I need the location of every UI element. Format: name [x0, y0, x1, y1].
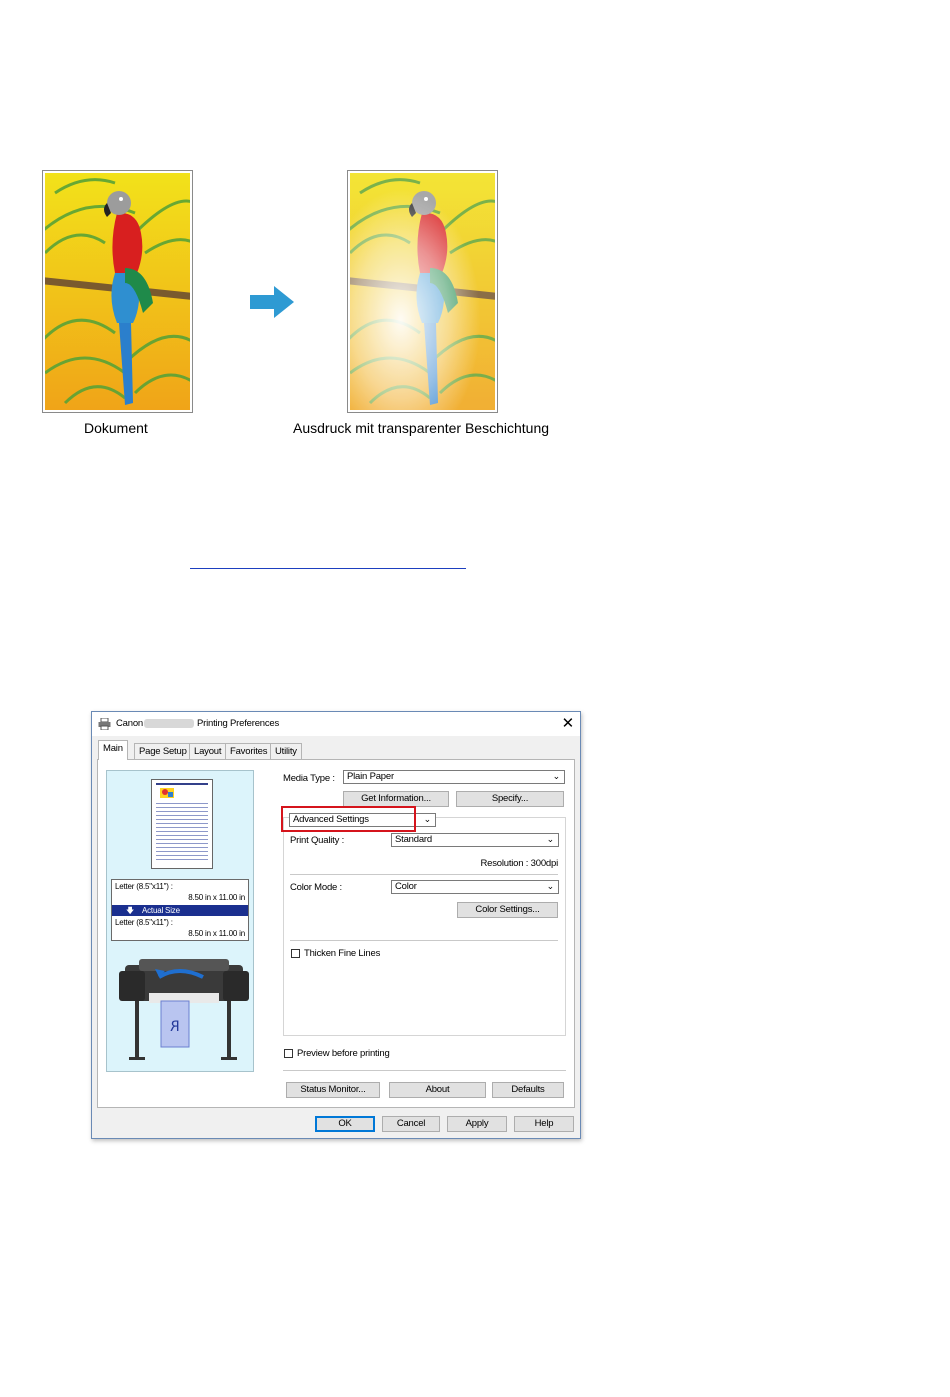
- get-information-button[interactable]: Get Information...: [343, 791, 449, 807]
- original-caption: Dokument: [84, 420, 148, 436]
- color-mode-value: Color: [395, 881, 417, 892]
- original-document-image: [42, 170, 193, 413]
- color-mode-select[interactable]: Color ⌄: [391, 880, 559, 894]
- text-lines: [156, 800, 208, 862]
- close-icon[interactable]: ✕: [562, 714, 575, 732]
- tab-page-setup[interactable]: Page Setup: [134, 743, 192, 759]
- print-quality-select[interactable]: Standard ⌄: [391, 833, 559, 847]
- link-underline[interactable]: [190, 568, 466, 569]
- thicken-fine-lines-checkbox[interactable]: [291, 949, 300, 958]
- paper-size-info: Letter (8.5"x11") : 8.50 in x 11.00 in 🡇…: [111, 879, 249, 941]
- media-type-select[interactable]: Plain Paper ⌄: [343, 770, 565, 784]
- chevron-down-icon: ⌄: [546, 834, 555, 844]
- down-arrow-icon: 🡇: [126, 906, 135, 915]
- help-button[interactable]: Help: [514, 1116, 574, 1132]
- dialog-title-suffix: Printing Preferences: [197, 718, 280, 729]
- printing-preferences-dialog: Canon Printing Preferences ✕ Main Page S…: [91, 711, 581, 1139]
- print-preview-area: Letter (8.5"x11") : 8.50 in x 11.00 in 🡇…: [106, 770, 254, 1072]
- resolution-text: Resolution : 300dpi: [480, 858, 558, 869]
- paper-dims-2: 8.50 in x 11.00 in: [188, 929, 245, 938]
- coated-print-image: [347, 170, 498, 413]
- ok-button[interactable]: OK: [315, 1116, 375, 1132]
- tab-favorites[interactable]: Favorites: [225, 743, 273, 759]
- settings-group: [283, 817, 566, 1036]
- color-mode-label: Color Mode :: [290, 882, 342, 893]
- printer-illustration: R: [119, 959, 249, 1060]
- paper-dims-1: 8.50 in x 11.00 in: [188, 893, 245, 902]
- page-image-icon: [160, 788, 174, 798]
- separator: [290, 874, 558, 875]
- about-button[interactable]: About: [389, 1082, 486, 1098]
- tab-utility[interactable]: Utility: [270, 743, 302, 759]
- thicken-fine-lines-label: Thicken Fine Lines: [304, 948, 381, 959]
- print-quality-label: Print Quality :: [290, 835, 345, 846]
- highlight-frame: [281, 806, 416, 832]
- parrot-picture-coated: [350, 173, 495, 410]
- separator: [290, 940, 558, 941]
- arrow-right-icon: [250, 286, 294, 318]
- page-glyph: R: [170, 1019, 180, 1035]
- chevron-down-icon: ⌄: [546, 881, 555, 891]
- tab-layout[interactable]: Layout: [189, 743, 227, 759]
- redacted-model-name: [144, 719, 194, 728]
- scaling-label: Actual Size: [142, 906, 180, 915]
- status-monitor-button[interactable]: Status Monitor...: [286, 1082, 380, 1098]
- cancel-button[interactable]: Cancel: [382, 1116, 440, 1132]
- specify-button[interactable]: Specify...: [456, 791, 564, 807]
- paper-size-1: Letter (8.5"x11") :: [115, 882, 173, 891]
- chevron-down-icon: ⌄: [552, 771, 561, 781]
- separator: [283, 1070, 566, 1071]
- print-quality-value: Standard: [395, 834, 432, 845]
- color-settings-button[interactable]: Color Settings...: [457, 902, 558, 918]
- page-preview: [151, 779, 213, 869]
- title-bar[interactable]: Canon Printing Preferences ✕: [92, 712, 580, 736]
- scaling-row: 🡇 Actual Size: [112, 905, 248, 916]
- tab-main[interactable]: Main: [98, 740, 128, 760]
- paper-size-2: Letter (8.5"x11") :: [115, 918, 173, 927]
- apply-button[interactable]: Apply: [447, 1116, 507, 1132]
- chevron-down-icon: ⌄: [423, 814, 432, 824]
- defaults-button[interactable]: Defaults: [492, 1082, 564, 1098]
- coated-print-caption: Ausdruck mit transparenter Beschichtung: [293, 420, 550, 436]
- media-type-label: Media Type :: [283, 773, 335, 784]
- preview-before-printing-label: Preview before printing: [297, 1048, 390, 1059]
- printer-icon: [98, 718, 111, 730]
- preview-before-printing-checkbox[interactable]: [284, 1049, 293, 1058]
- media-type-value: Plain Paper: [347, 771, 394, 782]
- parrot-picture: [45, 173, 190, 410]
- dialog-title-prefix: Canon: [116, 718, 143, 729]
